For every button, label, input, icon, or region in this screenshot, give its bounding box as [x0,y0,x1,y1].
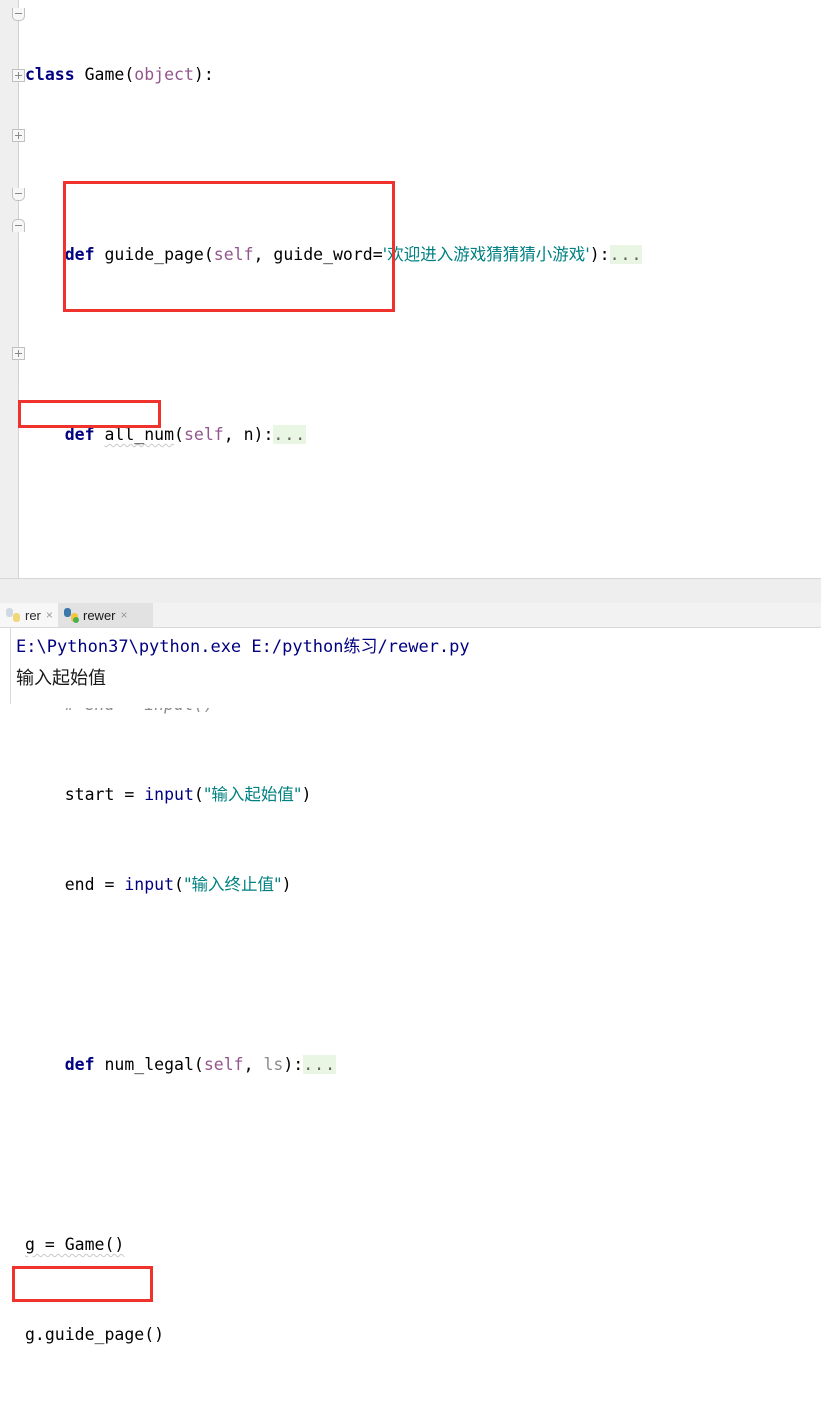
run-tab-rer[interactable]: rer × [0,603,58,627]
code-token: ): [283,1055,304,1074]
code-token: ): [193,65,214,84]
code-token: def [64,245,95,264]
close-icon[interactable]: × [121,609,128,621]
run-tool-window: rer × rewer × E:\Python37\python.exe E:/… [0,603,821,1302]
console-output-line: 输入起始值 [16,668,106,689]
code-token: guide_page [104,245,204,264]
code-line-stmt-game-instance[interactable]: g = Game() [19,1230,821,1260]
python-file-icon [64,608,79,623]
code-token: Game [84,65,125,84]
code-line-blank-4[interactable] [19,960,821,990]
code-token: , guide_word= [253,245,383,264]
panel-splitter[interactable] [0,578,821,605]
code-token: ( [203,245,214,264]
code-token: input [124,875,175,894]
code-token: self [203,1055,244,1074]
code-token: num_legal [104,1055,194,1074]
code-line-def-guide-page[interactable]: def guide_page(self, guide_word='欢迎进入游戏猜… [19,240,821,270]
run-tab-bar[interactable]: rer × rewer × [0,603,821,628]
code-line-blank-2[interactable] [19,330,821,360]
console-gutter-line [10,628,11,704]
code-token: ... [303,1055,337,1074]
code-token: ( [174,425,184,444]
code-token: ( [193,1055,204,1074]
code-token: ls [263,1055,284,1074]
code-token: , n): [223,425,274,444]
running-indicator-icon [73,617,79,623]
code-token: object [134,65,194,84]
code-token: class [25,65,75,84]
code-line-stmt-end-input[interactable]: end = input("输入终止值") [19,870,821,900]
code-line-def-num-legal[interactable]: def num_legal(self, ls):... [19,1050,821,1080]
code-line-def-all-num[interactable]: def all_num(self, n):... [19,420,821,450]
code-token: ... [609,245,643,264]
code-token: all_num [104,425,175,444]
code-line-class-def[interactable]: class Game(object): [19,60,821,90]
code-token: ( [124,65,135,84]
code-token: g = Game() [25,1235,125,1254]
code-line-blank-5[interactable] [19,1140,821,1170]
code-token: '欢迎进入游戏猜猜猜小游戏' [382,245,590,264]
console-command-line: E:\Python37\python.exe E:/python练习/rewer… [16,637,470,657]
code-token: def [64,425,95,444]
code-token: def [64,1055,95,1074]
code-token: g.guide_page() [25,1325,165,1344]
code-token: ) [281,875,292,894]
code-line-blank-1[interactable] [19,150,821,180]
python-file-icon [6,608,20,622]
code-token: start = [25,785,145,804]
code-token: ( [174,875,184,894]
code-token: self [183,425,224,444]
code-token: "输入起始值" [203,785,302,804]
code-token: ): [589,245,610,264]
run-tab-label: rewer [83,607,116,623]
console-output[interactable]: E:\Python37\python.exe E:/python练习/rewer… [0,628,821,708]
editor-gutter[interactable] [0,0,18,578]
code-token: , [243,1055,264,1074]
code-line-stmt-guide-page-call[interactable]: g.guide_page() [19,1320,821,1350]
code-token: input [144,785,194,804]
code-token: self [213,245,254,264]
code-token: end = [25,875,125,894]
code-line-blank-3[interactable] [19,510,821,540]
code-token: ) [301,785,312,804]
close-icon[interactable]: × [46,609,53,621]
code-token: ... [273,425,307,444]
code-token: "输入终止值" [183,875,282,894]
code-token: ( [193,785,204,804]
code-editor[interactable]: class Game(object): def guide_page(self,… [0,0,821,1344]
run-tab-label: rer [25,607,41,623]
run-tab-rewer[interactable]: rewer × [58,603,153,627]
code-line-stmt-start-input[interactable]: start = input("输入起始值") [19,780,821,810]
